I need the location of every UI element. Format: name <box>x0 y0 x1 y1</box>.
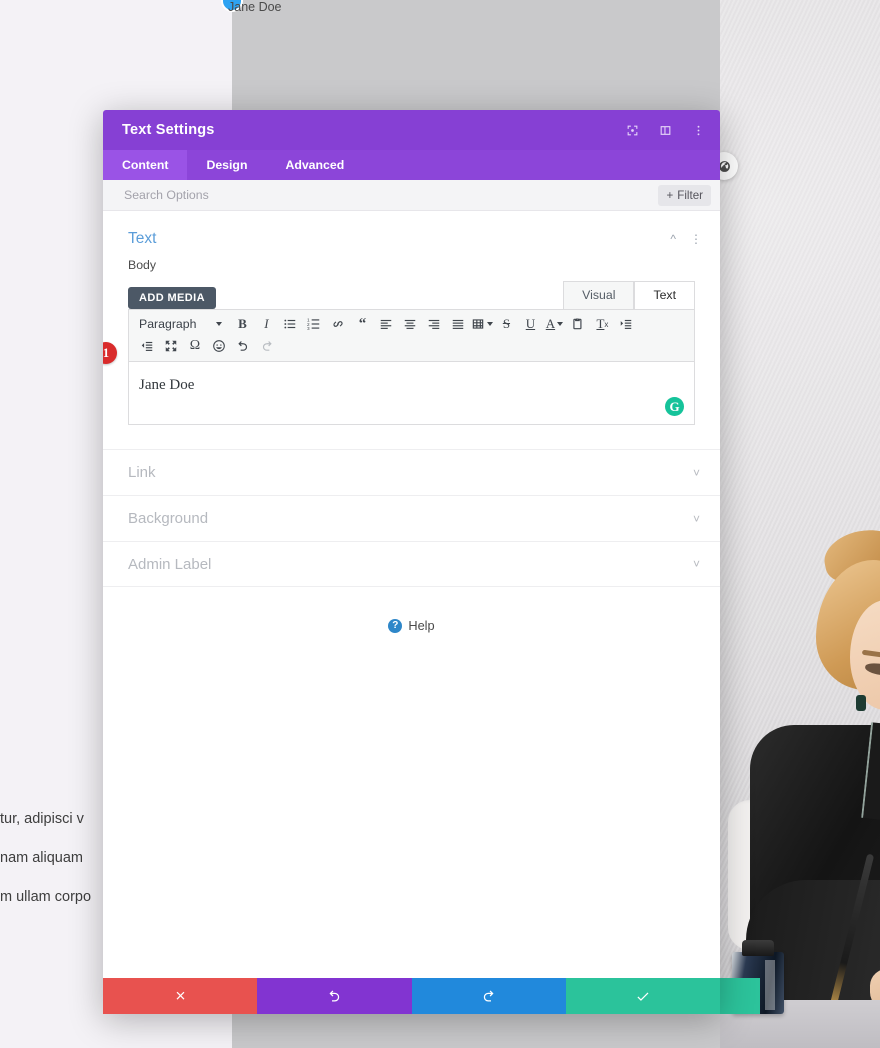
add-media-button[interactable]: ADD MEDIA <box>128 287 216 309</box>
undo-button[interactable] <box>257 978 412 1014</box>
close-icon <box>176 991 185 1000</box>
section-title: Text <box>128 230 157 247</box>
chevron-down-icon: ˅ <box>692 465 700 480</box>
modal-footer <box>103 978 720 1014</box>
accordion-row-link[interactable]: Link ˅ <box>103 449 720 495</box>
page-photo-column <box>720 0 880 1048</box>
chevron-down-icon <box>216 322 223 326</box>
emoji-icon[interactable] <box>207 335 231 357</box>
step-badge: 1 <box>103 342 117 364</box>
bold-icon[interactable]: B <box>230 313 254 335</box>
table-icon[interactable] <box>470 313 494 335</box>
tab-content[interactable]: Content <box>103 150 188 180</box>
chevron-down-icon: ˅ <box>692 511 700 526</box>
check-icon <box>637 992 649 1001</box>
bulleted-list-icon[interactable] <box>278 313 302 335</box>
search-input[interactable] <box>124 188 659 202</box>
italic-icon[interactable]: I <box>254 313 278 335</box>
strikethrough-icon[interactable]: S <box>494 313 518 335</box>
ink-bottle-cap <box>742 940 774 956</box>
layout-toggle-icon-glyph <box>660 125 670 135</box>
numbered-list-icon[interactable]: 123 <box>302 313 326 335</box>
save-button[interactable] <box>565 978 720 1014</box>
accordion-label: Background <box>128 510 209 527</box>
clear-formatting-icon[interactable]: Tx <box>590 313 614 335</box>
redo-icon[interactable] <box>255 335 279 357</box>
indent-icon[interactable] <box>614 313 638 335</box>
text-section-header: Text ^ ⋮ <box>103 211 720 258</box>
fullscreen-icon[interactable] <box>159 335 183 357</box>
modal-body: Text ^ ⋮ Body ADD MEDIA Visual Text Para… <box>103 211 720 978</box>
format-select-label: Paragraph <box>139 317 197 331</box>
focus-icon-glyph <box>627 125 637 135</box>
tab-advanced[interactable]: Advanced <box>266 150 363 180</box>
chevron-down-icon <box>557 322 564 326</box>
filter-label: Filter <box>677 188 703 202</box>
modal-header: Text Settings <box>103 110 720 150</box>
special-character-icon[interactable]: Ω <box>183 335 207 357</box>
chevron-up-icon[interactable]: ^ <box>670 232 676 246</box>
editor-mode-tabs: Visual Text <box>563 281 695 309</box>
undo-icon <box>329 989 340 1001</box>
options-accordion: Link ˅ Background ˅ Admin Label ˅ <box>103 449 720 587</box>
editor-content-area[interactable]: 1 Jane Doe G <box>103 342 694 424</box>
align-right-icon[interactable] <box>422 313 446 335</box>
accordion-row-admin-label[interactable]: Admin Label ˅ <box>103 541 720 587</box>
undo-icon[interactable] <box>231 335 255 357</box>
question-mark-icon: ? <box>388 618 403 633</box>
modal-tabs: Content Design Advanced <box>103 150 720 180</box>
link-icon[interactable] <box>326 313 350 335</box>
redo-icon <box>483 989 494 1001</box>
align-center-icon[interactable] <box>398 313 422 335</box>
align-justify-icon[interactable] <box>446 313 470 335</box>
chevron-down-icon: ˅ <box>692 557 700 571</box>
tab-text[interactable]: Text <box>634 281 695 309</box>
filter-button[interactable]: + Filter <box>658 184 711 206</box>
vertical-dots-icon-glyph <box>697 125 699 135</box>
wysiwyg-editor: Paragraph B I 123 “ S U A T x Ω 1 Jane D… <box>103 309 695 425</box>
accordion-label: Admin Label <box>128 555 212 573</box>
toolbar-row-1: Paragraph B I 123 “ S U A T x <box>135 313 690 335</box>
text-color-icon[interactable]: A <box>542 313 566 335</box>
editor-text: Jane Doe <box>139 377 195 393</box>
focus-icon[interactable] <box>624 122 640 138</box>
editor-top-row: ADD MEDIA Visual Text <box>128 281 695 309</box>
search-bar: + Filter <box>103 180 720 211</box>
redo-button[interactable] <box>411 978 566 1014</box>
modal-title: Text Settings <box>122 122 215 138</box>
text-settings-modal: Text Settings Content Design Advanced Se… <box>103 110 720 1014</box>
body-field-label: Body <box>128 258 157 272</box>
tab-visual[interactable]: Visual <box>563 281 635 309</box>
vertical-dots-icon[interactable]: ⋮ <box>690 232 702 246</box>
help-link[interactable]: ? Help <box>103 618 720 633</box>
more-options-icon[interactable] <box>690 122 706 138</box>
tab-design[interactable]: Design <box>187 150 266 180</box>
paste-as-text-icon[interactable] <box>566 313 590 335</box>
underline-icon[interactable]: U <box>518 313 542 335</box>
blockquote-icon[interactable]: “ <box>350 313 374 335</box>
editor-toolbar: Paragraph B I 123 “ S U A T x Ω <box>129 310 694 362</box>
teal-accent-strip <box>720 978 760 1014</box>
layout-toggle-icon[interactable] <box>657 122 673 138</box>
outdent-icon[interactable] <box>135 335 159 357</box>
accordion-label: Link <box>128 464 156 481</box>
cancel-button[interactable] <box>103 978 258 1014</box>
format-select[interactable]: Paragraph <box>135 313 226 335</box>
help-label: Help <box>408 618 435 633</box>
chevron-down-icon <box>487 322 494 326</box>
plus-icon: + <box>666 188 674 202</box>
module-marker-label: Jane Doe <box>228 0 282 14</box>
ink-bottle-highlight <box>765 960 775 1010</box>
grammarly-icon[interactable]: G <box>665 397 684 416</box>
toolbar-row-2: Ω <box>135 335 690 357</box>
body-field: Body ADD MEDIA Visual Text Paragraph B I… <box>103 258 720 425</box>
screen: tur, adipisci v nam aliquam m ullam corp… <box>0 0 880 1048</box>
svg-text:3: 3 <box>307 326 310 331</box>
accordion-row-background[interactable]: Background ˅ <box>103 495 720 541</box>
modal-header-icons <box>624 122 706 138</box>
align-left-icon[interactable] <box>374 313 398 335</box>
earring-shape <box>856 695 866 711</box>
